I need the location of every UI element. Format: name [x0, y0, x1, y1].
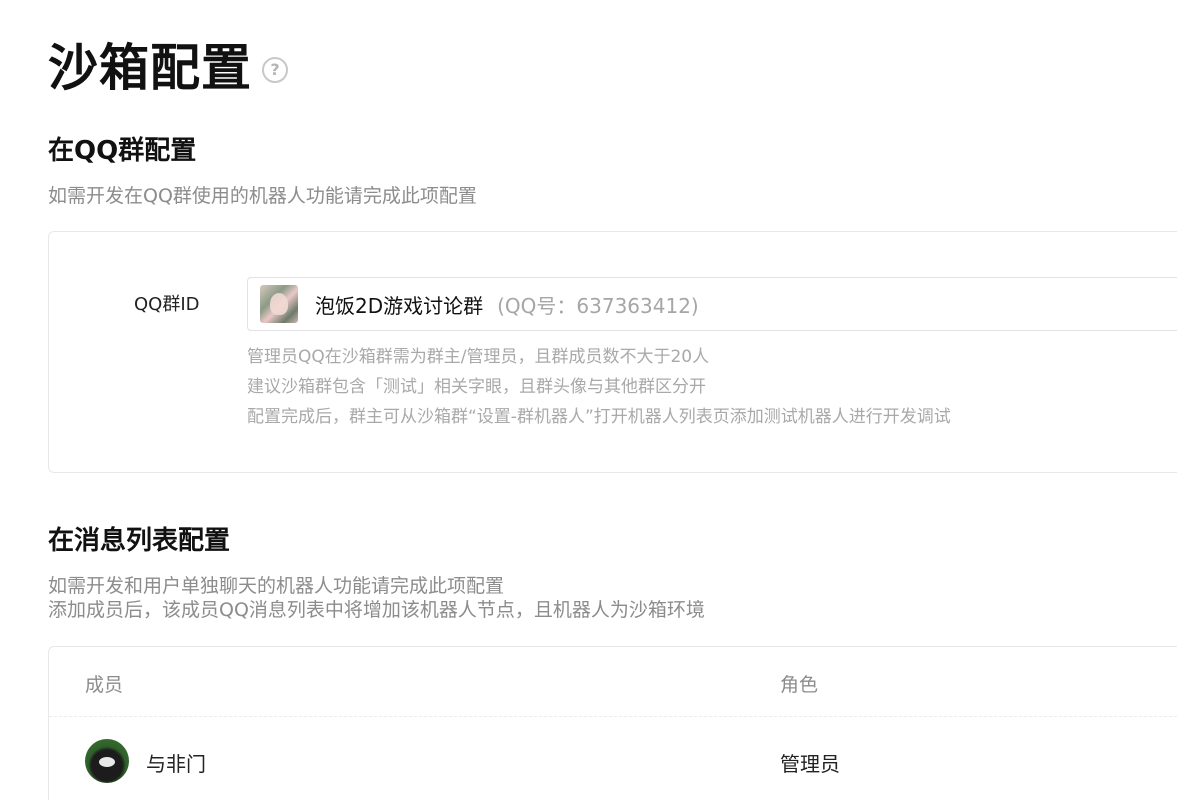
table-row[interactable]: 与非门 管理员	[49, 717, 1177, 800]
page-header: 沙箱配置 ?	[48, 36, 288, 100]
column-header-role: 角色	[780, 674, 819, 696]
question-circle-icon[interactable]: ?	[262, 57, 288, 83]
member-name: 与非门	[146, 752, 206, 776]
sandbox-config-page: 沙箱配置 ? 在QQ群配置 如需开发在QQ群使用的机器人功能请完成此项配置 QQ…	[0, 0, 1177, 800]
group-name: 泡饭2D游戏讨论群	[315, 293, 484, 318]
qq-group-id-label: QQ群ID	[134, 294, 200, 315]
message-list-description-line: 添加成员后，该成员QQ消息列表中将增加该机器人节点，且机器人为沙箱环境	[48, 599, 705, 621]
hint-line: 管理员QQ在沙箱群需为群主/管理员，且群成员数不大于20人	[247, 347, 710, 367]
message-list-description-line: 如需开发和用户单独聊天的机器人功能请完成此项配置	[48, 575, 505, 597]
group-avatar	[260, 285, 298, 323]
avatar	[85, 739, 129, 783]
member-role: 管理员	[780, 752, 840, 776]
hint-line: 配置完成后，群主可从沙箱群“设置-群机器人”打开机器人列表页添加测试机器人进行开…	[247, 407, 951, 427]
qq-group-hints: 管理员QQ在沙箱群需为群主/管理员，且群成员数不大于20人 建议沙箱群包含「测试…	[247, 342, 951, 432]
message-list-section-title: 在消息列表配置	[48, 526, 231, 556]
qq-group-config-card: QQ群ID 泡饭2D游戏讨论群 (QQ号：637363412) 管理员QQ在沙箱…	[48, 231, 1177, 473]
qq-group-select[interactable]: 泡饭2D游戏讨论群 (QQ号：637363412)	[247, 277, 1177, 331]
member-table: 成员 角色 与非门 管理员	[48, 646, 1177, 800]
hint-line: 建议沙箱群包含「测试」相关字眼，且群头像与其他群区分开	[247, 377, 706, 397]
page-title: 沙箱配置	[48, 39, 252, 97]
qq-group-section-description: 如需开发在QQ群使用的机器人功能请完成此项配置	[48, 185, 477, 207]
qq-group-section-title: 在QQ群配置	[48, 136, 197, 166]
table-header: 成员 角色	[49, 647, 1177, 717]
column-header-member: 成员	[85, 674, 124, 696]
group-qq-number: (QQ号：637363412)	[497, 293, 699, 318]
